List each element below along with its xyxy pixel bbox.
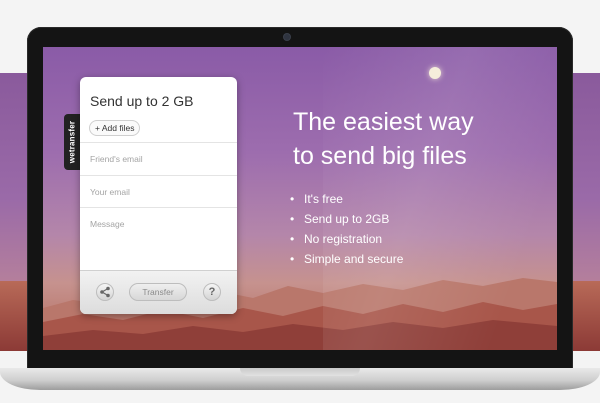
message-field[interactable]: Message [80, 207, 237, 270]
panel-footer: Transfer ? [80, 270, 237, 314]
camera-icon [284, 34, 290, 40]
transfer-panel: Send up to 2 GB + Add files Friend's ema… [80, 77, 237, 314]
add-files-button[interactable]: + Add files [89, 120, 141, 136]
share-icon [100, 286, 110, 298]
wetransfer-logo-tab[interactable]: wetransfer [64, 114, 80, 170]
your-email-placeholder: Your email [90, 187, 130, 197]
friends-email-placeholder: Friend's email [90, 154, 143, 164]
panel-title: Send up to 2 GB [90, 93, 194, 109]
question-icon: ? [208, 286, 216, 298]
feature-list: It's free Send up to 2GB No registration… [290, 189, 403, 269]
message-placeholder: Message [90, 219, 125, 229]
feature-item: It's free [290, 189, 403, 209]
laptop-base-notch [240, 368, 360, 376]
transfer-button[interactable]: Transfer [129, 283, 187, 301]
wetransfer-logo: wetransfer [67, 120, 77, 164]
headline-line-2: to send big files [293, 142, 467, 170]
feature-item: No registration [290, 229, 403, 249]
feature-item: Simple and secure [290, 249, 403, 269]
headline-line-1: The easiest way [293, 108, 474, 136]
hero-headline: The easiest way to send big files [293, 105, 523, 173]
share-button[interactable] [96, 283, 114, 301]
your-email-field[interactable]: Your email [80, 175, 237, 208]
feature-item: Send up to 2GB [290, 209, 403, 229]
friends-email-field[interactable]: Friend's email [80, 142, 237, 176]
help-button[interactable]: ? [203, 283, 221, 301]
